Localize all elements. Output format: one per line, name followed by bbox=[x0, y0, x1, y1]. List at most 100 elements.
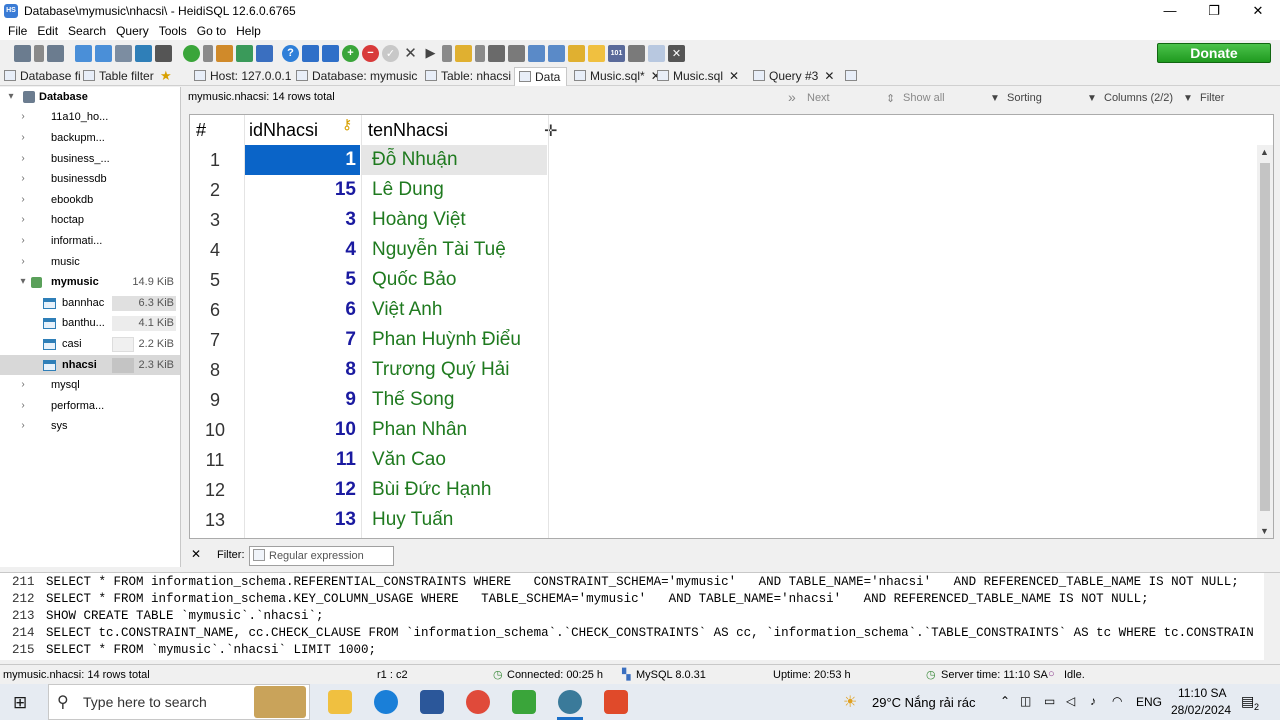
sorting-icon[interactable]: ▼ bbox=[990, 93, 1000, 104]
chevron-right-icon[interactable]: › bbox=[18, 190, 28, 210]
speaker-icon[interactable]: ♪ bbox=[1090, 694, 1096, 708]
wifi-icon[interactable]: ◠ bbox=[1112, 694, 1122, 708]
cell-tennhacsi[interactable]: Lê Dung bbox=[362, 175, 547, 205]
clock-date[interactable]: 28/02/2024 bbox=[1171, 703, 1231, 717]
maximize-button[interactable]: ❐ bbox=[1192, 0, 1236, 21]
tree-item-db[interactable]: › hoctap bbox=[0, 210, 180, 230]
menu-help[interactable]: Help bbox=[236, 24, 261, 38]
scrollbar-thumb[interactable] bbox=[1260, 163, 1270, 511]
menu-search[interactable]: Search bbox=[68, 24, 106, 38]
cell-tennhacsi[interactable]: Hoàng Việt bbox=[362, 205, 547, 235]
cell-idnhacsi[interactable]: 8 bbox=[245, 355, 360, 385]
wrap-icon[interactable] bbox=[628, 44, 645, 62]
chevron-right-icon[interactable]: › bbox=[18, 231, 28, 251]
close-filter-icon[interactable]: ✕ bbox=[191, 547, 201, 561]
menu-file[interactable]: File bbox=[8, 24, 27, 38]
table-row[interactable]: 1 1 Đỗ Nhuận bbox=[190, 145, 1270, 175]
cell-tennhacsi[interactable]: Bùi Đức Hạnh bbox=[362, 475, 547, 505]
cell-tennhacsi[interactable]: Quốc Bảo bbox=[362, 265, 547, 295]
menu-goto[interactable]: Go to bbox=[197, 24, 226, 38]
tree-item-table-bannhac[interactable]: bannhac 6.3 KiB bbox=[0, 293, 180, 313]
tree-item-db[interactable]: › ebookdb bbox=[0, 190, 180, 210]
cell-tennhacsi[interactable]: Văn Cao bbox=[362, 445, 547, 475]
table-row[interactable]: 7 7 Phan Huỳnh Điểu bbox=[190, 325, 1270, 355]
cell-idnhacsi[interactable]: 12 bbox=[245, 475, 360, 505]
transfer-icon[interactable] bbox=[256, 44, 273, 62]
chevron-right-icon[interactable]: › bbox=[18, 107, 28, 127]
filter-icon[interactable]: ▼ bbox=[1183, 93, 1193, 104]
tree-item-db[interactable]: › backupm... bbox=[0, 128, 180, 148]
print-icon[interactable] bbox=[155, 44, 172, 62]
tree-item-db[interactable]: › music bbox=[0, 252, 180, 272]
recorder-icon[interactable] bbox=[604, 690, 628, 714]
close-window-button[interactable]: ✕ bbox=[1236, 0, 1280, 21]
undo-icon[interactable] bbox=[115, 44, 132, 62]
chevron-right-icon[interactable]: › bbox=[18, 416, 28, 436]
tree-item-table-casi[interactable]: casi 2.2 KiB bbox=[0, 334, 180, 354]
close-tab-icon[interactable]: ✕ bbox=[668, 44, 685, 62]
tab-host[interactable]: Host: 127.0.0.1 bbox=[194, 67, 291, 86]
cell-tennhacsi[interactable]: Việt Anh bbox=[362, 295, 547, 325]
cell-tennhacsi[interactable]: Nguyễn Tài Tuệ bbox=[362, 235, 547, 265]
refresh-icon[interactable] bbox=[183, 44, 200, 62]
tab-table[interactable]: Table: nhacsi bbox=[425, 67, 511, 86]
tree-item-table-banthu[interactable]: banthu... 4.1 KiB bbox=[0, 313, 180, 333]
sql-log-scrollbar[interactable] bbox=[1264, 573, 1280, 660]
sync-icon[interactable] bbox=[648, 44, 665, 62]
help-icon[interactable]: ? bbox=[282, 44, 299, 62]
next-icon[interactable]: » bbox=[788, 89, 796, 105]
user-manager-icon[interactable] bbox=[216, 44, 233, 62]
new-query-tab-button[interactable] bbox=[845, 67, 861, 86]
column-header-rownum[interactable]: # bbox=[196, 115, 236, 145]
cell-tennhacsi[interactable]: Thế Song bbox=[362, 385, 547, 415]
heidisql-taskbar-icon[interactable] bbox=[558, 690, 582, 714]
sql-log[interactable]: 211 SELECT * FROM information_schema.REFE… bbox=[0, 572, 1280, 660]
menu-edit[interactable]: Edit bbox=[37, 24, 58, 38]
volume-icon[interactable]: ◁ bbox=[1066, 694, 1075, 708]
chevron-right-icon[interactable]: › bbox=[18, 169, 28, 189]
reformat-icon[interactable] bbox=[568, 44, 585, 62]
cell-tennhacsi[interactable]: Đỗ Nhuận bbox=[362, 145, 547, 175]
tree-item-mymusic[interactable]: ▾ mymusic 14.9 KiB bbox=[0, 272, 180, 292]
cell-idnhacsi[interactable]: 10 bbox=[245, 415, 360, 445]
insert-row-icon[interactable]: + bbox=[342, 44, 359, 62]
sorting-button[interactable]: Sorting bbox=[1007, 92, 1042, 104]
table-row[interactable]: 8 8 Trương Quý Hải bbox=[190, 355, 1270, 385]
tree-item-db[interactable]: › businessdb bbox=[0, 169, 180, 189]
table-row[interactable]: 10 10 Phan Nhân bbox=[190, 415, 1270, 445]
chevron-right-icon[interactable]: › bbox=[18, 128, 28, 148]
copy-icon[interactable] bbox=[75, 44, 92, 62]
tree-item-db[interactable]: › 11a10_ho... bbox=[0, 107, 180, 127]
chevron-down-icon[interactable]: ▾ bbox=[18, 272, 28, 292]
table-row[interactable]: 12 12 Bùi Đức Hạnh bbox=[190, 475, 1270, 505]
cell-tennhacsi[interactable]: Huy Tuấn bbox=[362, 505, 547, 535]
camera-icon[interactable]: ◫ bbox=[1020, 694, 1031, 708]
favorite-star-icon[interactable]: ★ bbox=[160, 67, 172, 86]
tab-database-filter[interactable]: Database fi bbox=[4, 67, 81, 86]
chrome-icon[interactable] bbox=[466, 690, 490, 714]
menu-tools[interactable]: Tools bbox=[159, 24, 187, 38]
tab-music-sql[interactable]: Music.sql ✕ bbox=[657, 67, 739, 86]
save-as-icon[interactable] bbox=[508, 44, 525, 62]
tree-item-db[interactable]: › performa... bbox=[0, 396, 180, 416]
donate-button[interactable]: Donate bbox=[1157, 43, 1271, 63]
paste-icon[interactable] bbox=[95, 44, 112, 62]
tree-item-db[interactable]: › sys bbox=[0, 416, 180, 436]
column-header-tennhacsi[interactable]: tenNhacsi bbox=[368, 115, 548, 145]
table-row[interactable]: 4 4 Nguyễn Tài Tuệ bbox=[190, 235, 1270, 265]
chevron-right-icon[interactable]: › bbox=[18, 252, 28, 272]
tree-item-db[interactable]: › informati... bbox=[0, 231, 180, 251]
columns-icon[interactable]: ▼ bbox=[1087, 93, 1097, 104]
scroll-up-icon[interactable]: ▲ bbox=[1260, 147, 1269, 157]
close-tab-icon[interactable]: ✕ bbox=[729, 69, 739, 83]
table-row[interactable]: 13 13 Huy Tuấn bbox=[190, 505, 1270, 535]
cell-idnhacsi[interactable]: 1 bbox=[245, 145, 360, 175]
disconnect-icon[interactable] bbox=[47, 44, 64, 62]
cell-idnhacsi[interactable]: 4 bbox=[245, 235, 360, 265]
show-all-button[interactable]: Show all bbox=[903, 92, 945, 104]
binary-icon[interactable]: 101 bbox=[608, 44, 625, 62]
cell-tennhacsi[interactable]: Phan Nhân bbox=[362, 415, 547, 445]
tree-item-db[interactable]: › business_... bbox=[0, 149, 180, 169]
tab-table-filter[interactable]: Table filter bbox=[83, 67, 154, 86]
tab-data[interactable]: Data bbox=[514, 67, 568, 86]
